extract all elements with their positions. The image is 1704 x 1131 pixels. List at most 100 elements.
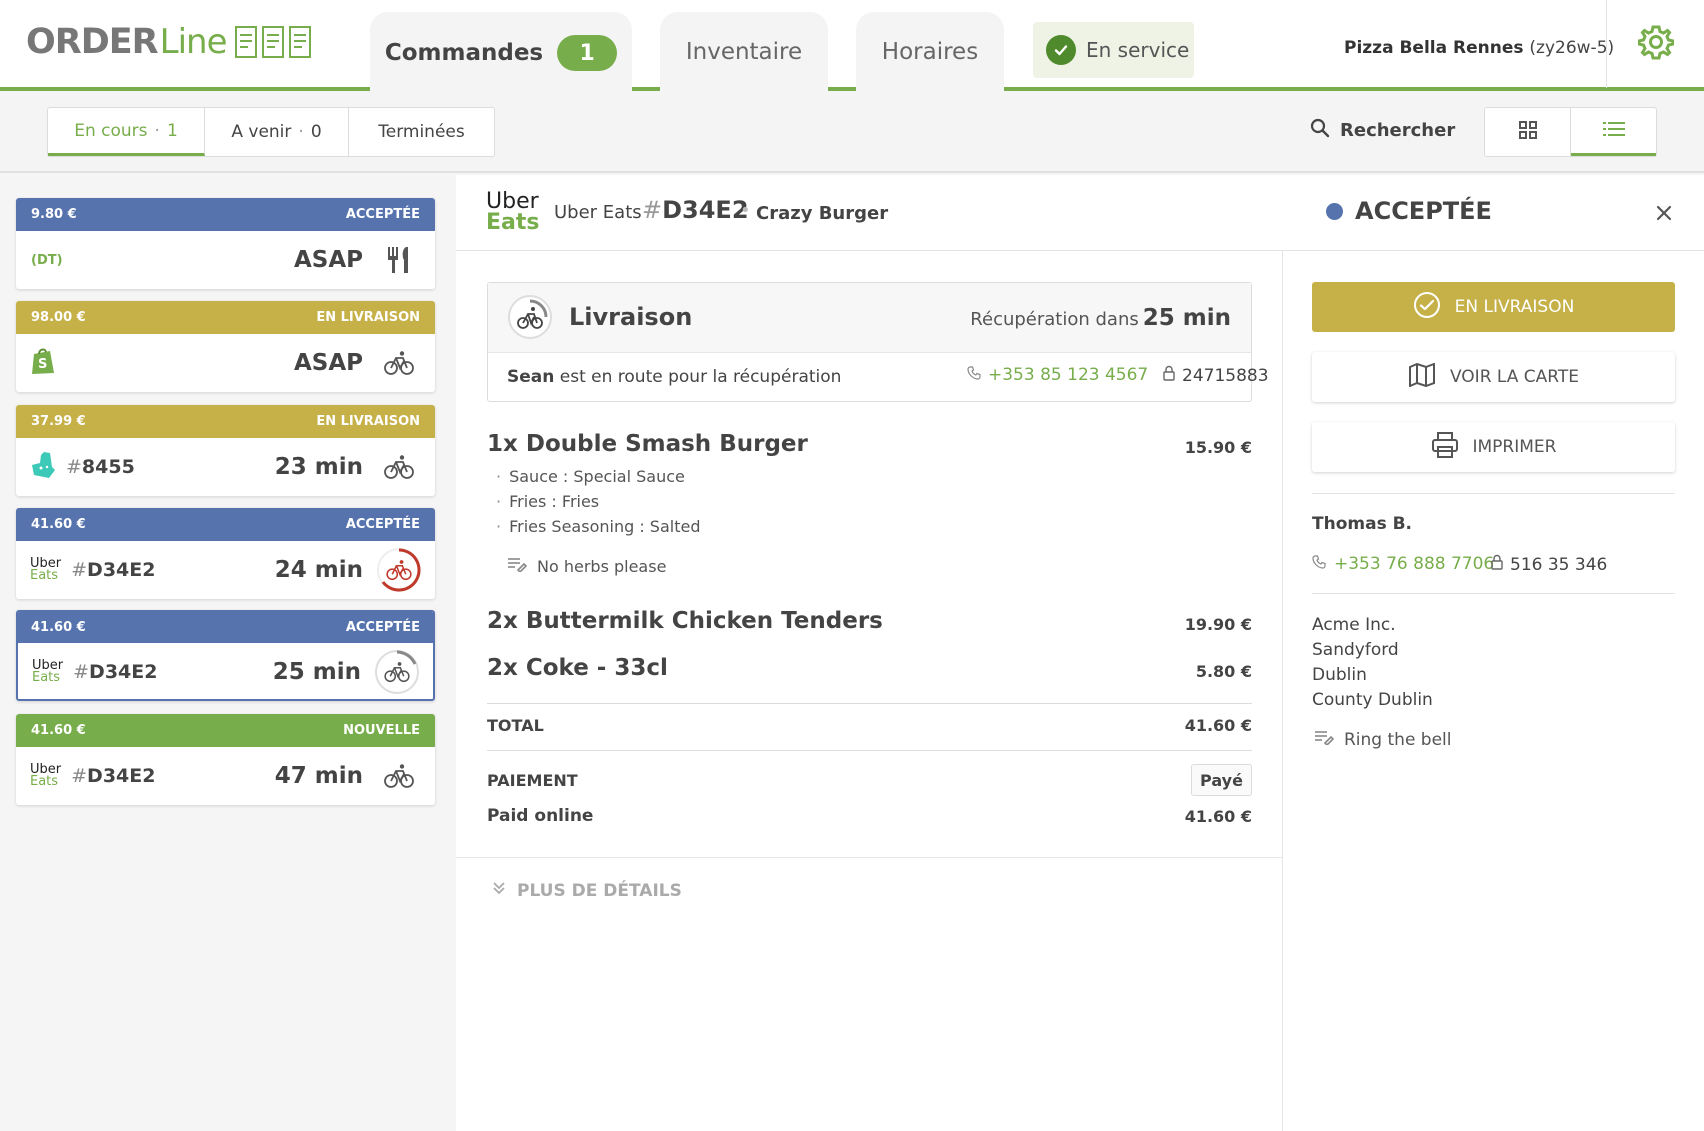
order-item-name: 2x Buttermilk Chicken Tenders: [487, 608, 883, 634]
order-card-time: ASAP: [293, 247, 363, 273]
print-label: IMPRIMER: [1472, 437, 1557, 457]
tab-commandes[interactable]: Commandes 1: [370, 12, 632, 94]
order-card-ref-hash: #: [71, 559, 88, 581]
map-icon: [1408, 362, 1436, 392]
view-map-label: VOIR LA CARTE: [1449, 367, 1580, 387]
more-details-button[interactable]: PLUS DE DÉTAILS: [491, 880, 682, 901]
totals-divider: [487, 750, 1252, 751]
order-card-body: #8455 23 min: [16, 438, 435, 496]
segment-en-cours[interactable]: En cours · 1: [48, 108, 205, 156]
check-circle-icon: [1046, 35, 1076, 65]
order-card-body: Uber Eats #D34E2 25 min: [18, 643, 433, 699]
segment-a-venir-label: A venir: [231, 122, 292, 142]
order-card-ref-code: 8455: [81, 456, 135, 478]
delivery-title: Livraison: [569, 303, 693, 331]
order-item-name: 2x Coke - 33cl: [487, 655, 668, 681]
gear-icon: [1637, 24, 1674, 64]
order-card-price: 41.60 €: [31, 620, 86, 635]
double-chevron-down-icon: [491, 880, 507, 901]
order-card-body: Uber Eats #D34E2 24 min: [16, 541, 435, 599]
pickup-eta-label: Récupération dans: [970, 309, 1139, 330]
total-value: 41.60 €: [1184, 716, 1252, 735]
store-name: Pizza Bella Rennes (zy26w-5): [1344, 38, 1614, 58]
order-item-note: No herbs please: [507, 556, 666, 576]
view-toggle: [1484, 107, 1657, 157]
order-detail-header: Uber Eats Uber Eats #D34E2 • Crazy Burge…: [456, 175, 1704, 251]
address-line: Acme Inc.: [1312, 615, 1396, 635]
order-card[interactable]: 41.60 € ACCEPTÉE Uber Eats #D34E2 24 min: [16, 508, 435, 599]
driver-code: 24715883: [1162, 365, 1269, 386]
bike-timer-red-icon: [377, 548, 421, 592]
delivery-info-header: Livraison Récupération dans 25 min: [488, 283, 1251, 353]
service-status-toggle[interactable]: En service: [1033, 22, 1194, 78]
customer-divider: [1312, 493, 1675, 494]
segment-terminees[interactable]: Terminées: [349, 108, 494, 156]
driver-name: Sean: [507, 367, 555, 387]
en-livraison-button[interactable]: EN LIVRAISON: [1312, 282, 1675, 332]
bike-timer-icon: [375, 650, 419, 694]
order-card[interactable]: 9.80 € ACCEPTÉE (DT) ASAP: [16, 198, 435, 289]
bike-icon: [377, 445, 421, 489]
bike-icon: [377, 341, 421, 385]
settings-button[interactable]: [1606, 0, 1704, 88]
order-card-header: 9.80 € ACCEPTÉE: [16, 198, 435, 231]
order-card-price: 37.99 €: [31, 414, 86, 429]
customer-phone-link[interactable]: +353 76 888 7706: [1312, 554, 1494, 574]
order-card-ref-code: D34E2: [87, 559, 156, 581]
bike-icon: [377, 754, 421, 798]
driver-phone-link[interactable]: +353 85 123 4567: [967, 365, 1148, 385]
orderline-logo[interactable]: ORDER Line: [26, 22, 312, 62]
svg-text:S: S: [38, 357, 47, 372]
order-card-ref-code: D34E2: [89, 661, 158, 683]
order-card-price: 98.00 €: [31, 310, 86, 325]
order-card[interactable]: 98.00 € EN LIVRAISON S ASAP: [16, 301, 435, 392]
address-divider: [1312, 593, 1675, 594]
print-button[interactable]: IMPRIMER: [1312, 422, 1675, 472]
order-store-name: Crazy Burger: [756, 203, 889, 224]
search-button[interactable]: Rechercher: [1310, 118, 1455, 143]
list-view-button[interactable]: [1571, 108, 1656, 156]
order-card[interactable]: 37.99 € EN LIVRAISON #8455 23 min: [16, 405, 435, 496]
grid-view-button[interactable]: [1485, 108, 1571, 156]
segment-terminees-label: Terminées: [378, 122, 465, 142]
order-detail-panel: Uber Eats Uber Eats #D34E2 • Crazy Burge…: [456, 175, 1704, 1131]
segment-separator: ·: [298, 122, 304, 142]
order-card-ref: #8455: [66, 456, 135, 478]
order-card-status: NOUVELLE: [343, 723, 420, 738]
driver-code-value: 24715883: [1182, 365, 1269, 386]
order-reference-hash: #: [642, 196, 663, 224]
tab-horaires[interactable]: Horaires: [856, 12, 1004, 92]
delivery-info-box: Livraison Récupération dans 25 min Sean e…: [487, 282, 1269, 402]
deliveroo-icon: [30, 451, 56, 483]
order-card-status: EN LIVRAISON: [316, 414, 420, 429]
tab-inventaire[interactable]: Inventaire: [660, 12, 828, 92]
detail-divider: [1282, 251, 1283, 1131]
pickup-eta-time: 25 min: [1142, 305, 1231, 331]
order-card-status: ACCEPTÉE: [345, 620, 420, 635]
tab-horaires-label: Horaires: [881, 39, 979, 65]
more-details-divider: [456, 857, 1282, 858]
top-navigation: ORDER Line Commandes 1 Inventaire Horair…: [0, 0, 1704, 94]
view-map-button[interactable]: VOIR LA CARTE: [1312, 352, 1675, 402]
order-item-price: 15.90 €: [1184, 438, 1252, 457]
ubereats-logo: Uber Eats: [32, 659, 63, 684]
segment-a-venir-count: 0: [310, 122, 322, 142]
more-details-label: PLUS DE DÉTAILS: [517, 880, 682, 901]
order-item-option: Fries : Fries: [496, 492, 599, 511]
orders-toolbar: En cours · 1 A venir · 0 Terminées Reche…: [0, 91, 1704, 173]
segment-a-venir[interactable]: A venir · 0: [205, 108, 349, 156]
driver-status-text: est en route pour la récupération: [554, 367, 842, 387]
close-icon[interactable]: [1652, 201, 1676, 225]
totals-divider: [487, 703, 1252, 704]
ubereats-logo-eats: Eats: [486, 210, 540, 235]
order-card[interactable]: 41.60 € NOUVELLE Uber Eats #D34E2 47 min: [16, 714, 435, 805]
store-name-text: Pizza Bella Rennes: [1344, 38, 1524, 58]
ubereats-logo: Uber Eats: [30, 763, 61, 788]
bike-timer-icon: [508, 295, 552, 339]
order-card-ref: #D34E2: [73, 661, 157, 683]
order-card-time: 23 min: [274, 454, 363, 480]
order-card-price: 41.60 €: [31, 723, 86, 738]
order-status: ACCEPTÉE: [1326, 197, 1492, 225]
order-card[interactable]: 41.60 € ACCEPTÉE Uber Eats #D34E2 25 min: [16, 610, 435, 701]
order-reference-code: D34E2: [662, 196, 749, 224]
